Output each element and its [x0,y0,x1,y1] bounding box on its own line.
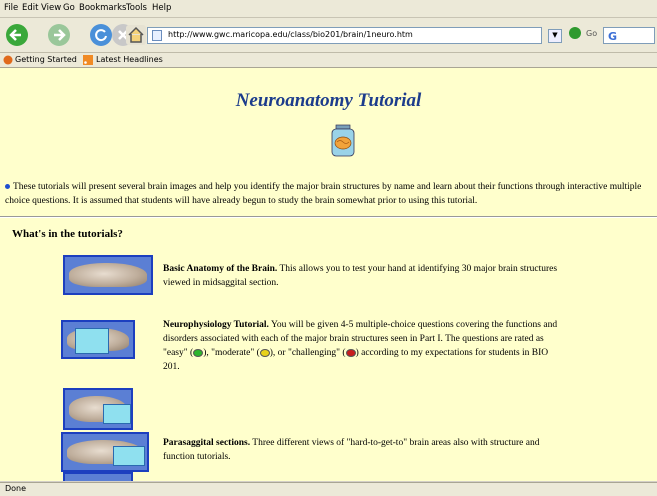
search-input[interactable]: G [603,27,655,44]
menu-help[interactable]: Help [152,3,171,13]
firefox-bookmark-icon [3,55,13,65]
go-icon[interactable] [569,27,581,39]
parasaggital-thumbnail-1[interactable] [63,388,133,430]
go-button[interactable]: Go [586,29,597,38]
item-parasaggital: Parasaggital sections. Three different v… [163,436,543,464]
home-button[interactable] [126,25,146,45]
page-content: Neuroanatomy Tutorial These tutorials wi… [0,68,657,481]
rss-feed-icon [83,55,93,65]
forward-button[interactable] [48,24,70,46]
basic-anatomy-thumbnail[interactable] [63,255,153,295]
reload-button[interactable] [90,24,112,46]
url-dropdown-button[interactable]: ▼ [548,29,562,43]
bullet-icon [5,184,10,190]
menu-edit[interactable]: Edit [22,3,38,13]
status-text: Done [5,484,27,493]
question-card [75,328,109,354]
challenging-rating-icon [345,348,356,357]
svg-text:G: G [608,30,617,42]
search-engine-icon: G [608,30,617,42]
neurophysiology-thumbnail[interactable] [61,320,135,359]
page-icon [152,30,162,41]
question-card [113,446,145,466]
moderate-rating-icon [259,348,270,357]
item-neurophysiology: Neurophysiology Tutorial. You will be gi… [163,318,558,374]
item-title[interactable]: Neurophysiology Tutorial. [163,320,269,330]
section-heading: What's in the tutorials? [12,228,123,240]
item-basic-anatomy: Basic Anatomy of the Brain. This allows … [163,262,563,290]
page-title: Neuroanatomy Tutorial [235,90,422,111]
bookmarks-toolbar: Getting Started Latest Headlines [0,53,657,68]
intro-paragraph: These tutorials will present several bra… [5,180,655,208]
item-title[interactable]: Parasaggital sections. [163,438,250,448]
bookmark-latest-headlines[interactable]: Latest Headlines [96,55,163,64]
item-title[interactable]: Basic Anatomy of the Brain. [163,264,277,274]
bookmark-getting-started[interactable]: Getting Started [15,55,77,64]
parasaggital-thumbnail-2[interactable] [61,432,149,472]
status-bar: Done [0,482,657,496]
menu-tools[interactable]: Tools [126,3,147,13]
back-arrow-icon [9,29,21,41]
item-text: ), "moderate" ( [203,348,260,358]
home-icon [128,26,144,43]
menu-view[interactable]: View [41,3,61,13]
question-card [103,404,131,424]
intro-text: These tutorials will present several bra… [5,182,642,206]
address-bar[interactable]: http://www.gwc.maricopa.edu/class/bio201… [147,27,542,44]
forward-arrow-icon [54,29,66,41]
item-text: ), or "challenging" ( [269,348,346,358]
url-text: http://www.gwc.maricopa.edu/class/bio201… [168,30,413,39]
brain-jar-icon [331,124,355,157]
back-button[interactable] [6,24,28,46]
menu-bar: File Edit View Go Bookmarks Tools Help [0,0,657,18]
horizontal-rule [0,216,657,218]
brain-image [69,263,147,287]
menu-go[interactable]: Go [63,3,75,13]
reload-icon [95,29,107,42]
easy-rating-icon [193,348,204,357]
parasaggital-thumbnail-3[interactable] [63,472,133,481]
menu-bookmarks[interactable]: Bookmarks [79,3,127,13]
menu-file[interactable]: File [4,3,18,13]
